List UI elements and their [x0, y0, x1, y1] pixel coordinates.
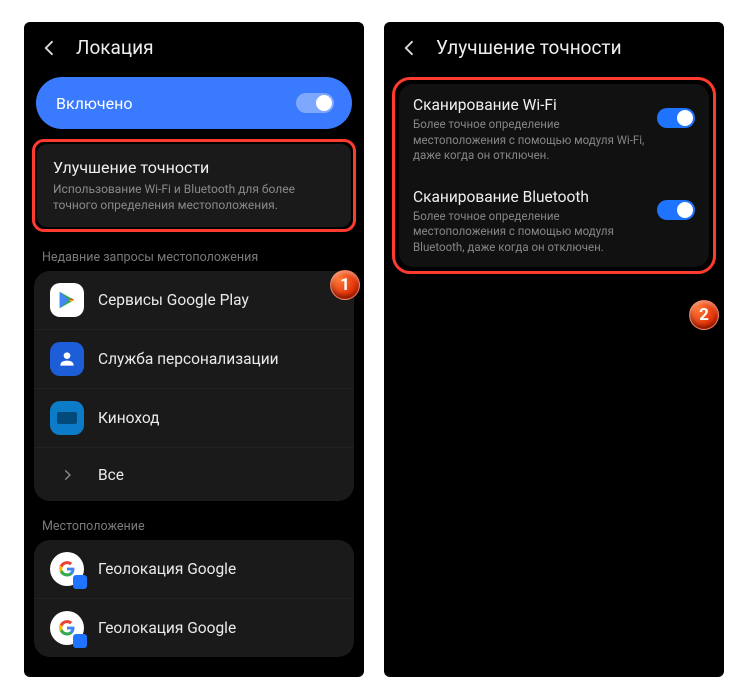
wifi-toggle[interactable]: [657, 108, 695, 128]
geo-row-google-1[interactable]: Геолокация Google: [34, 540, 354, 598]
improve-accuracy-item[interactable]: Улучшение точности Использование Wi-Fi и…: [37, 144, 351, 227]
callout-badge-2: 2: [689, 300, 719, 330]
app-row-personalization[interactable]: Служба персонализации: [34, 329, 354, 388]
geo-label: Геолокация Google: [98, 619, 236, 637]
bluetooth-scanning-row[interactable]: Сканирование Bluetooth Более точное опре…: [399, 176, 709, 268]
location-pin-badge-icon: [73, 634, 87, 648]
recent-apps-list: Сервисы Google Play Служба персонализаци…: [34, 271, 354, 501]
recent-requests-header: Недавние запросы местоположения: [24, 242, 364, 271]
app-row-kinohod[interactable]: Киноход: [34, 388, 354, 447]
phone-location-screen: Локация Включено Улучшение точности Испо…: [24, 22, 364, 677]
personalization-icon: [50, 342, 84, 376]
location-enabled-toggle-row[interactable]: Включено: [36, 77, 352, 129]
app-row-google-play-services[interactable]: Сервисы Google Play: [34, 271, 354, 329]
location-section-header: Местоположение: [24, 511, 364, 540]
phone-accuracy-screen: Улучшение точности Сканирование Wi-Fi Бо…: [384, 22, 724, 677]
all-label: Все: [98, 466, 124, 484]
page-title: Улучшение точности: [436, 36, 622, 59]
header: Улучшение точности: [384, 22, 724, 77]
chevron-right-icon: [50, 468, 84, 482]
enabled-toggle[interactable]: [296, 93, 334, 113]
header: Локация: [24, 22, 364, 77]
wifi-title: Сканирование Wi-Fi: [413, 96, 647, 114]
location-pin-badge-icon: [73, 575, 87, 589]
geo-label: Геолокация Google: [98, 560, 236, 578]
callout-badge-1: 1: [330, 270, 360, 300]
wifi-subtitle: Более точное определение местоположения …: [413, 117, 647, 164]
app-label: Служба персонализации: [98, 350, 279, 368]
location-services-list: Геолокация Google Геолокация Google: [34, 540, 354, 657]
back-icon[interactable]: [400, 38, 420, 58]
google-location-icon: [50, 552, 84, 586]
bt-subtitle: Более точное определение местоположения …: [413, 209, 647, 256]
google-location-icon: [50, 611, 84, 645]
page-title: Локация: [76, 36, 154, 59]
improve-accuracy-highlight: Улучшение точности Использование Wi-Fi и…: [32, 139, 356, 232]
kinohod-icon: [50, 401, 84, 435]
app-row-all[interactable]: Все: [34, 447, 354, 501]
bluetooth-toggle[interactable]: [657, 200, 695, 220]
app-label: Киноход: [98, 409, 160, 427]
google-play-services-icon: [50, 283, 84, 317]
improve-subtitle: Использование Wi-Fi и Bluetooth для боле…: [53, 181, 335, 213]
bt-title: Сканирование Bluetooth: [413, 188, 647, 206]
scanning-highlight: Сканирование Wi-Fi Более точное определе…: [392, 77, 716, 274]
geo-row-google-2[interactable]: Геолокация Google: [34, 598, 354, 657]
app-label: Сервисы Google Play: [98, 291, 249, 309]
improve-title: Улучшение точности: [53, 158, 335, 177]
wifi-scanning-row[interactable]: Сканирование Wi-Fi Более точное определе…: [399, 84, 709, 176]
enabled-label: Включено: [56, 94, 132, 113]
back-icon[interactable]: [40, 38, 60, 58]
